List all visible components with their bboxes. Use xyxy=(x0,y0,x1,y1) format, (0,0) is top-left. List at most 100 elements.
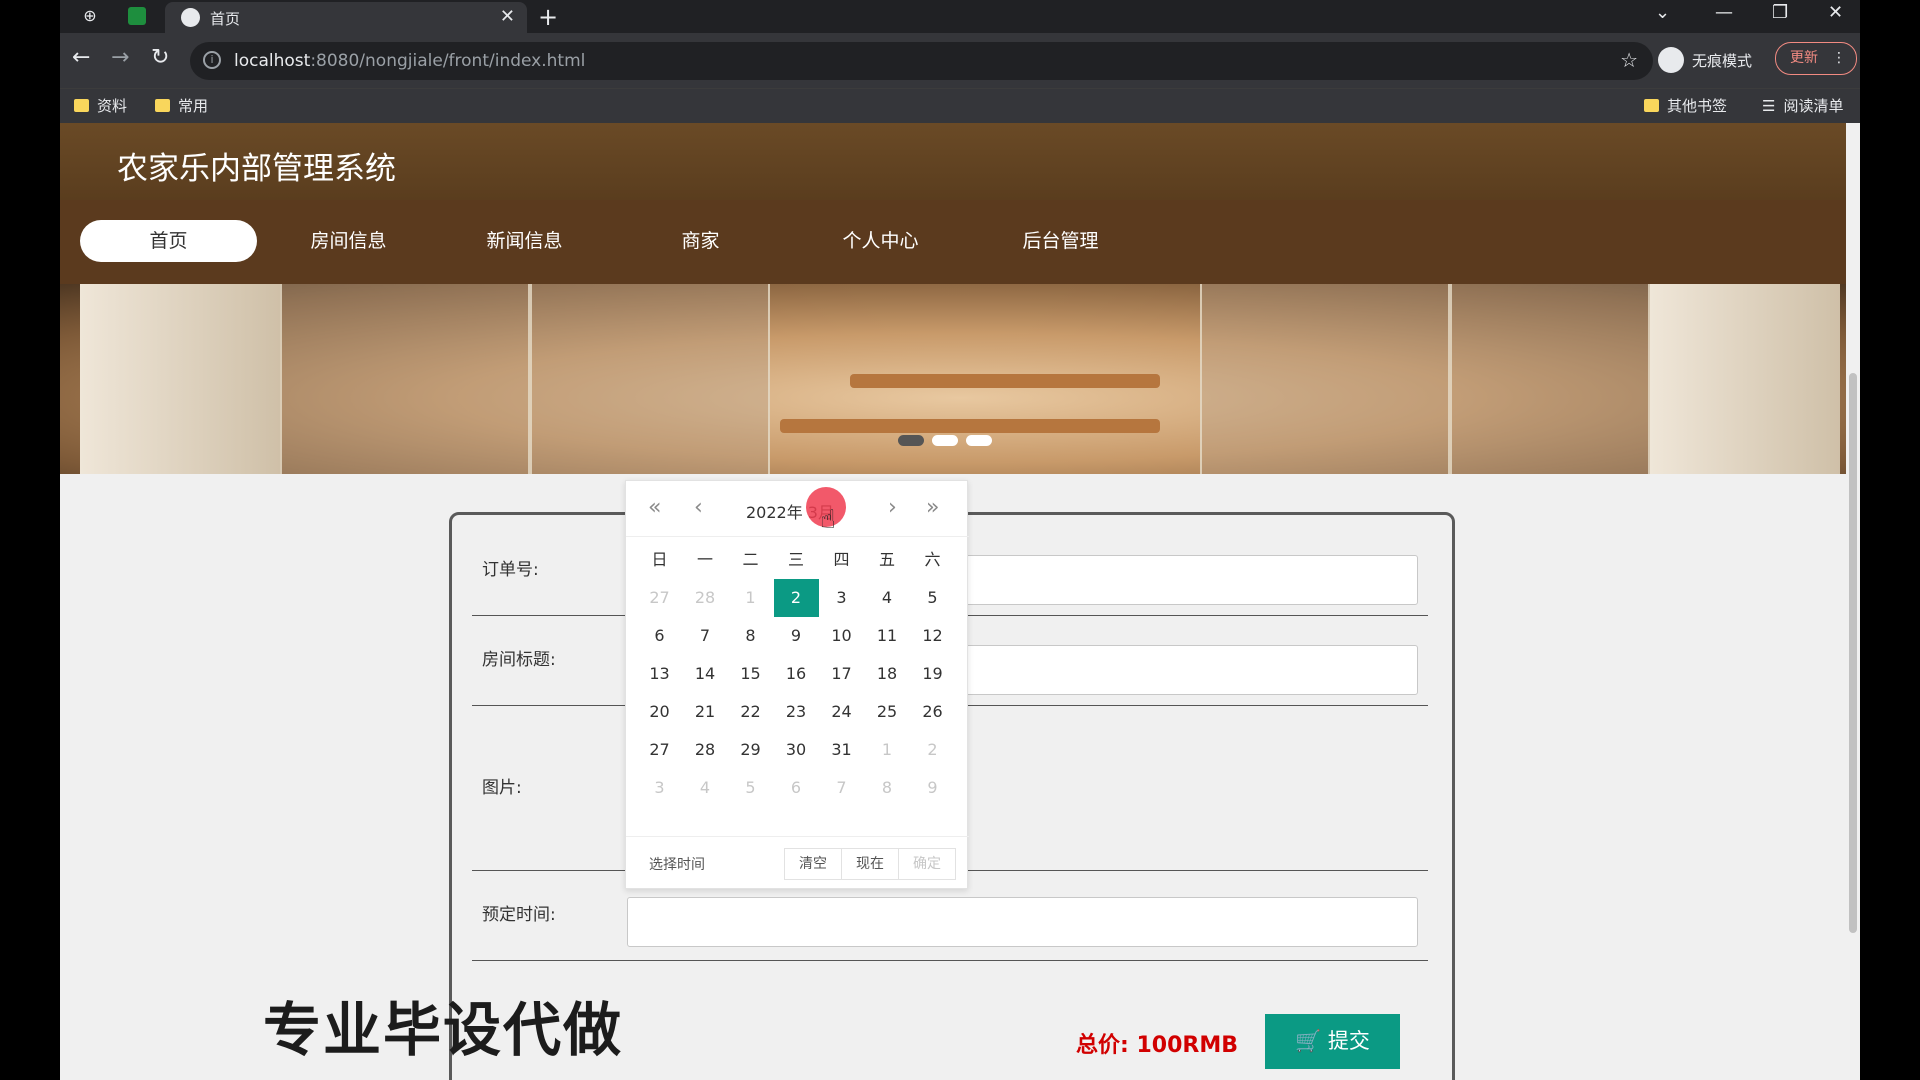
forward-icon[interactable]: → xyxy=(111,45,129,70)
bookmark-label: 资料 xyxy=(97,97,128,115)
more-icon[interactable]: ⋮ xyxy=(1832,43,1846,74)
carousel-dot[interactable] xyxy=(932,434,958,446)
scrollbar-thumb[interactable] xyxy=(1849,373,1857,933)
calendar-day[interactable]: 7 xyxy=(819,769,864,807)
now-button[interactable]: 现在 xyxy=(841,848,899,880)
banner-glass xyxy=(530,284,770,474)
calendar-day[interactable]: 15 xyxy=(728,655,773,693)
globe-icon[interactable]: ⊕ xyxy=(80,6,100,26)
calendar-day[interactable]: 31 xyxy=(819,731,864,769)
calendar-day[interactable]: 20 xyxy=(637,693,682,731)
watermark-text: 专业毕设代做 xyxy=(263,996,624,1064)
url-text[interactable]: localhost:8080/nongjiale/front/index.htm… xyxy=(234,51,585,71)
nav-news[interactable]: 新闻信息 xyxy=(436,220,613,262)
tab-search-icon[interactable]: ⌄ xyxy=(1655,2,1670,23)
calendar-day[interactable]: 6 xyxy=(774,769,819,807)
calendar-day[interactable]: 24 xyxy=(819,693,864,731)
restore-icon[interactable]: ❐ xyxy=(1772,2,1788,23)
globe-icon xyxy=(181,8,200,27)
nav-personal-center[interactable]: 个人中心 xyxy=(792,220,969,262)
sheet-icon[interactable] xyxy=(128,7,146,25)
calendar-day[interactable]: 28 xyxy=(683,579,728,617)
calendar-day[interactable]: 1 xyxy=(728,579,773,617)
calendar-day[interactable]: 5 xyxy=(728,769,773,807)
prev-year-icon[interactable]: « xyxy=(648,495,661,520)
update-button[interactable]: 更新 ⋮ xyxy=(1775,42,1857,75)
calendar-day[interactable]: 18 xyxy=(865,655,910,693)
calendar-day[interactable]: 28 xyxy=(683,731,728,769)
calendar-day[interactable]: 27 xyxy=(637,579,682,617)
calendar-day[interactable]: 12 xyxy=(910,617,955,655)
incognito-indicator[interactable]: 无痕模式 xyxy=(1658,41,1752,79)
calendar-day[interactable]: 8 xyxy=(865,769,910,807)
address-bar[interactable]: i localhost:8080/nongjiale/front/index.h… xyxy=(190,42,1653,80)
nav-admin[interactable]: 后台管理 xyxy=(972,220,1149,262)
calendar-day[interactable]: 30 xyxy=(774,731,819,769)
back-icon[interactable]: ← xyxy=(72,45,90,70)
new-tab-icon[interactable]: + xyxy=(538,3,558,31)
calendar-day[interactable]: 4 xyxy=(865,579,910,617)
weekday-header: 三 xyxy=(787,550,804,569)
calendar-day[interactable]: 25 xyxy=(865,693,910,731)
incognito-label: 无痕模式 xyxy=(1692,51,1753,70)
carousel-dot[interactable] xyxy=(966,434,992,446)
calendar-day[interactable]: 9 xyxy=(774,617,819,655)
tab-home[interactable]: 首页 ✕ xyxy=(165,2,527,33)
calendar-day[interactable]: 23 xyxy=(774,693,819,731)
calendar-day[interactable]: 14 xyxy=(683,655,728,693)
next-year-icon[interactable]: » xyxy=(926,495,939,520)
reading-list[interactable]: ☰ 阅读清单 xyxy=(1762,95,1843,116)
calendar-day[interactable]: 27 xyxy=(637,731,682,769)
nav-rooms[interactable]: 房间信息 xyxy=(260,220,437,262)
right-black-border xyxy=(1860,0,1920,1080)
date-picker: « ‹ 2022年 3月 › » 日一二三四五六 27 28 1 2 3 4 5 6 7 8 9 10 1… xyxy=(625,480,969,889)
minimize-icon[interactable]: — xyxy=(1715,2,1733,23)
select-time-link[interactable]: 选择时间 xyxy=(649,854,705,874)
calendar-day[interactable]: 2 xyxy=(910,731,955,769)
page-scrollbar[interactable] xyxy=(1846,123,1860,1080)
carousel-dot[interactable] xyxy=(898,434,924,446)
calendar-day[interactable]: 4 xyxy=(683,769,728,807)
bookmark-folder-other[interactable]: 其他书签 xyxy=(1644,95,1727,116)
calendar-day[interactable]: 19 xyxy=(910,655,955,693)
bookmark-folder-ziliao[interactable]: 资料 xyxy=(74,95,127,116)
calendar-day[interactable]: 11 xyxy=(865,617,910,655)
calendar-day[interactable]: 22 xyxy=(728,693,773,731)
reload-icon[interactable]: ↻ xyxy=(151,45,169,70)
calendar-day[interactable]: 21 xyxy=(683,693,728,731)
close-tab-icon[interactable]: ✕ xyxy=(500,6,515,27)
calendar-day[interactable]: 9 xyxy=(910,769,955,807)
confirm-button[interactable]: 确定 xyxy=(898,848,956,880)
url-path: :8080/nongjiale/front/index.html xyxy=(310,51,586,71)
close-window-icon[interactable]: ✕ xyxy=(1828,2,1843,23)
calendar-day[interactable]: 10 xyxy=(819,617,864,655)
calendar-day[interactable]: 5 xyxy=(910,579,955,617)
calendar-day[interactable]: 3 xyxy=(637,769,682,807)
next-month-icon[interactable]: › xyxy=(888,495,897,520)
nav-merchants[interactable]: 商家 xyxy=(612,220,789,262)
calendar-day[interactable]: 26 xyxy=(910,693,955,731)
calendar-day[interactable]: 1 xyxy=(865,731,910,769)
clear-button[interactable]: 清空 xyxy=(784,848,842,880)
calendar-day[interactable]: 7 xyxy=(683,617,728,655)
calendar-day[interactable]: 29 xyxy=(728,731,773,769)
calendar-day[interactable]: 6 xyxy=(637,617,682,655)
submit-button[interactable]: 🛒 提交 xyxy=(1265,1014,1400,1069)
nav-home[interactable]: 首页 xyxy=(80,220,257,262)
info-icon[interactable]: i xyxy=(203,51,221,69)
image-label: 图片: xyxy=(482,778,522,798)
hero-banner xyxy=(60,284,1860,474)
calendar-day[interactable]: 13 xyxy=(637,655,682,693)
bookmark-star-icon[interactable]: ☆ xyxy=(1620,48,1638,72)
booking-time-input[interactable] xyxy=(627,897,1418,947)
incognito-icon xyxy=(1658,47,1684,73)
calendar-day[interactable]: 3 xyxy=(819,579,864,617)
bookmark-folder-changyong[interactable]: 常用 xyxy=(155,95,208,116)
prev-month-icon[interactable]: ‹ xyxy=(694,495,703,520)
calendar-day[interactable]: 17 xyxy=(819,655,864,693)
calendar-day[interactable]: 16 xyxy=(774,655,819,693)
weekday-header: 一 xyxy=(696,550,713,569)
calendar-day[interactable]: 2 xyxy=(773,579,819,617)
folder-icon xyxy=(74,99,89,112)
calendar-day[interactable]: 8 xyxy=(728,617,773,655)
